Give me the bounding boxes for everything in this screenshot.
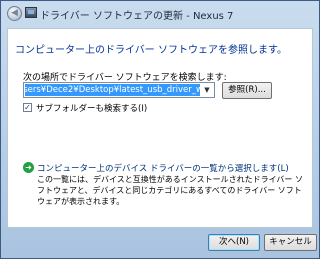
choose-from-list-description: この一覧には、デバイスと互換性があるインストールされたドライバー ソフトウェアと… <box>37 175 303 206</box>
checkmark-icon: ✓ <box>24 103 31 112</box>
search-location-value[interactable]: Users¥Dece2¥Desktop¥latest_usb_driver_wi… <box>25 84 200 96</box>
search-location-combobox[interactable]: Users¥Dece2¥Desktop¥latest_usb_driver_wi… <box>23 82 215 98</box>
device-wizard-icon <box>25 7 37 18</box>
include-subfolders-checkbox[interactable]: ✓ <box>23 103 32 112</box>
next-button[interactable]: 次へ(N) <box>208 234 260 251</box>
page-heading: コンピューター上のドライバー ソフトウェアを参照します。 <box>15 45 287 56</box>
include-subfolders-label[interactable]: サブフォルダーも検索する(I) <box>36 102 147 114</box>
choose-from-list-link[interactable]: コンピューター上のデバイス ドライバーの一覧から選択します(L) <box>37 162 289 174</box>
chevron-down-icon[interactable]: ▼ <box>201 84 213 96</box>
window-title: ドライバー ソフトウェアの更新 - Nexus 7 <box>40 11 234 22</box>
back-arrow-icon[interactable]: ◀ <box>7 6 22 21</box>
browse-button[interactable]: 参照(R)... <box>222 82 272 99</box>
title-bar: ◀ ドライバー ソフトウェアの更新 - Nexus 7 <box>1 1 319 27</box>
driver-update-window: ◀ ドライバー ソフトウェアの更新 - Nexus 7 コンピューター上のドライ… <box>0 0 320 259</box>
wizard-content: コンピューター上のドライバー ソフトウェアを参照します。 次の場所でドライバー … <box>7 28 313 228</box>
green-arrow-icon[interactable]: ➜ <box>23 162 34 173</box>
cancel-button[interactable]: キャンセル <box>264 234 317 251</box>
